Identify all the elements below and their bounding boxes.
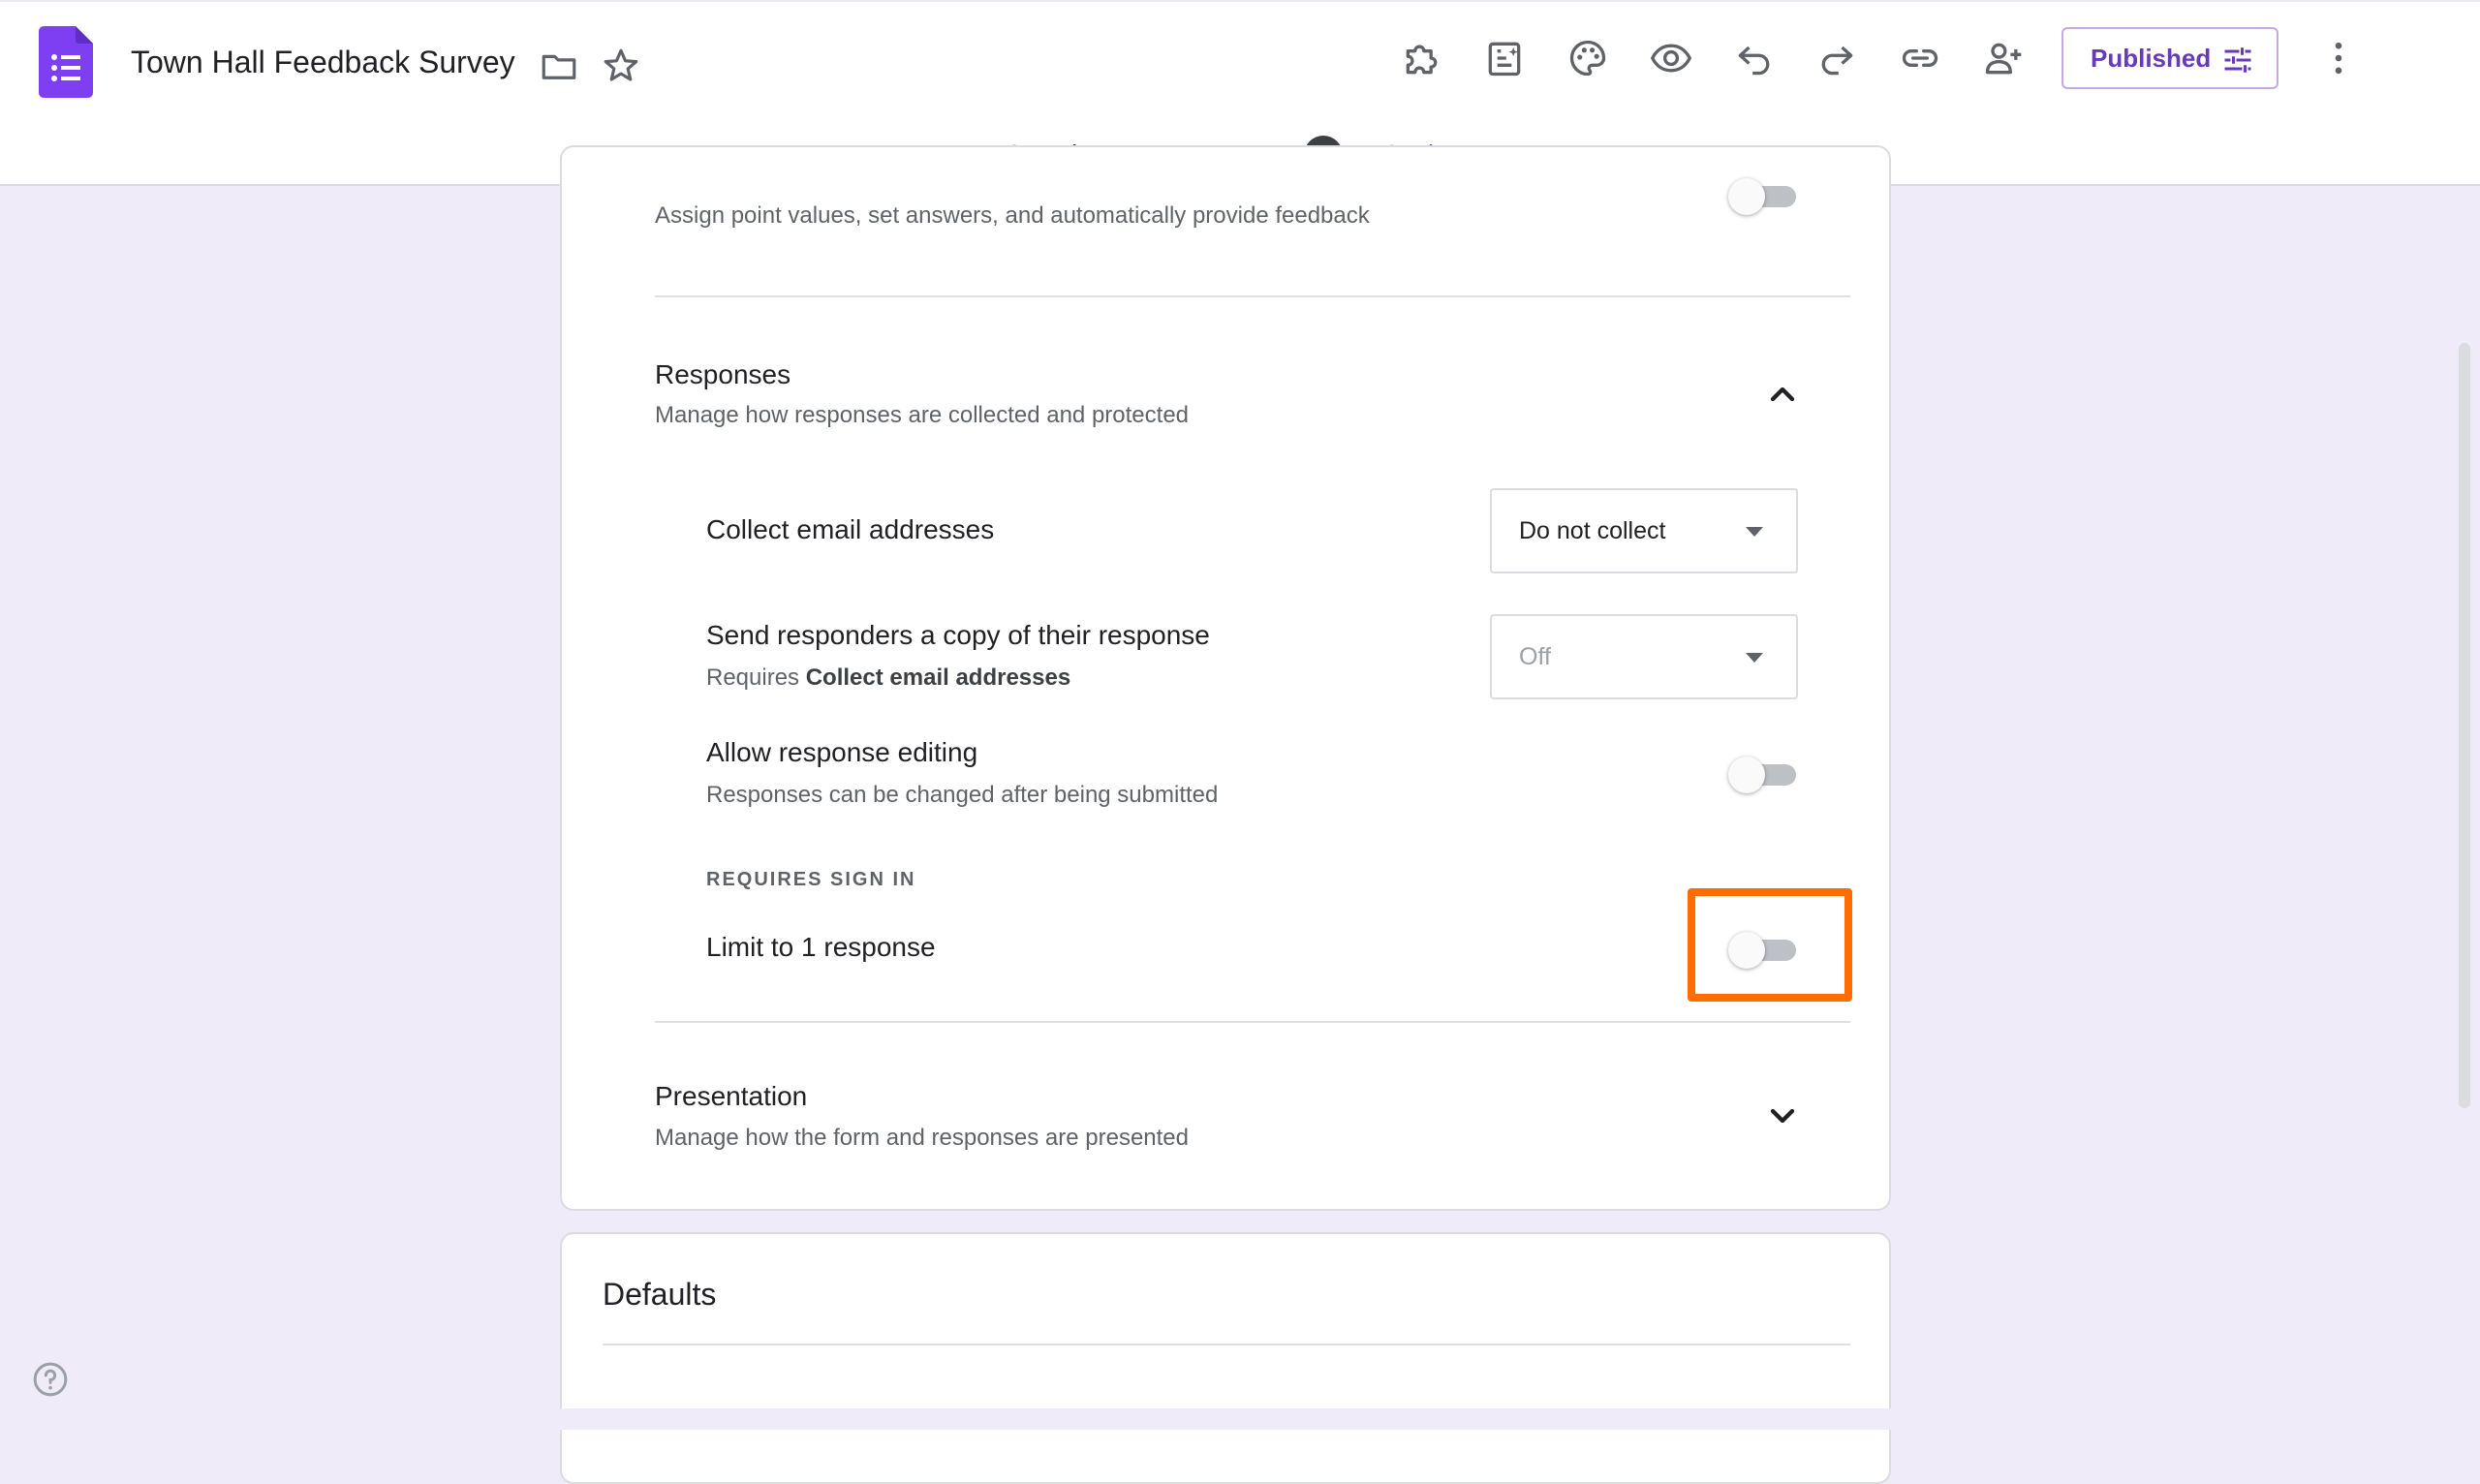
section-divider [655, 1021, 1850, 1023]
send-copy-requirement: Requires Collect email addresses [706, 665, 1070, 692]
star-icon[interactable] [601, 46, 641, 86]
toggle-knob [1728, 757, 1765, 793]
add-collaborator-icon[interactable] [1982, 37, 2025, 79]
palette-icon[interactable] [1566, 37, 1609, 79]
presentation-section-title[interactable]: Presentation [655, 1081, 807, 1112]
allow-edit-label: Allow response editing [706, 737, 978, 767]
send-copy-value: Off [1519, 642, 1551, 670]
quiz-subtitle: Assign point values, set answers, and au… [655, 202, 1370, 229]
presentation-section-subtitle: Manage how the form and responses are pr… [655, 1125, 1190, 1151]
link-icon[interactable] [1899, 37, 1941, 79]
addon-icon[interactable] [1401, 37, 1443, 79]
published-button[interactable]: Published [2062, 27, 2278, 89]
tune-icon [2220, 43, 2255, 77]
send-copy-label: Send responders a copy of their response [706, 620, 1210, 650]
dropdown-caret-icon [1746, 527, 1763, 537]
make-quiz-toggle[interactable] [1728, 176, 1800, 215]
ai-form-icon[interactable] [1483, 37, 1526, 79]
scrollbar-thumb[interactable] [2459, 343, 2470, 1108]
requires-sign-in-heading: REQUIRES SIGN IN [706, 869, 916, 890]
defaults-card [560, 1232, 1891, 1484]
requires-prefix: Requires [706, 665, 806, 691]
form-title[interactable]: Town Hall Feedback Survey [131, 45, 515, 80]
section-divider [655, 295, 1850, 297]
collect-email-label: Collect email addresses [706, 514, 995, 544]
allow-edit-toggle[interactable] [1728, 755, 1800, 793]
collect-email-select[interactable]: Do not collect [1490, 488, 1798, 573]
preview-eye-icon[interactable] [1650, 37, 1692, 79]
folder-icon[interactable] [539, 46, 579, 86]
redo-icon[interactable] [1815, 37, 1858, 79]
collect-email-value: Do not collect [1519, 516, 1666, 544]
limit-one-label: Limit to 1 response [706, 932, 936, 962]
responses-section-title[interactable]: Responses [655, 359, 790, 390]
defaults-title: Defaults [603, 1277, 717, 1312]
allow-edit-subtitle: Responses can be changed after being sub… [706, 782, 1219, 808]
undo-icon[interactable] [1733, 37, 1776, 79]
bottom-edge [0, 1408, 2480, 1430]
help-icon[interactable] [31, 1360, 70, 1399]
dropdown-caret-icon [1746, 653, 1763, 663]
chevron-up-icon[interactable] [1763, 375, 1802, 414]
more-vert-icon[interactable] [2317, 37, 2360, 79]
chevron-down-icon[interactable] [1763, 1097, 1802, 1135]
forms-logo-icon[interactable] [39, 26, 93, 98]
send-copy-select[interactable]: Off [1490, 614, 1798, 699]
responses-section-subtitle: Manage how responses are collected and p… [655, 402, 1190, 428]
requires-bold: Collect email addresses [805, 665, 1071, 691]
toggle-knob [1728, 178, 1765, 215]
highlight-box [1688, 888, 1852, 1002]
published-label: Published [2091, 43, 2212, 73]
section-divider [603, 1344, 1850, 1345]
